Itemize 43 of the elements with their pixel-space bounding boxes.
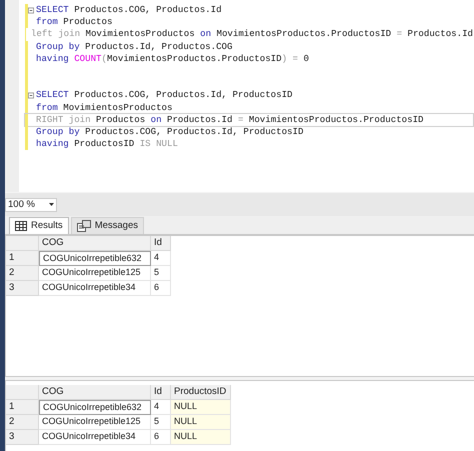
row-number[interactable]: 3 xyxy=(6,281,39,296)
query-editor[interactable] xyxy=(5,0,474,192)
messages-icon xyxy=(76,220,91,232)
collapse-icon[interactable] xyxy=(28,6,34,14)
column-header[interactable]: ProductosID xyxy=(171,385,231,400)
code-line: SELECT Productos.COG, Productos.Id, ProductosID xyxy=(35,89,292,102)
collapse-icon[interactable] xyxy=(28,92,34,99)
table-cell[interactable]: COGUnicoIrrepetible34 xyxy=(39,430,151,445)
table-cell[interactable]: COGUnicoIrrepetible125 xyxy=(39,415,151,430)
code-line: RIGHT join Productos on Productos.Id = MovimientosProductos.ProductosID xyxy=(35,114,424,126)
code-line: from Productos xyxy=(35,16,112,28)
code-line: left join MovimientosProductos on MovimientosProductos.ProductosID = Productos.Id xyxy=(30,28,473,40)
code-line: having ProductosID IS NULL xyxy=(35,138,178,150)
table-cell[interactable]: 4 xyxy=(151,251,171,266)
column-header[interactable]: Id xyxy=(151,385,171,400)
table-cell[interactable]: COGUnicoIrrepetible632 xyxy=(39,251,151,266)
code-line: Group by Productos.Id, Productos.COG xyxy=(35,40,232,53)
results-tab[interactable]: Results xyxy=(9,217,69,234)
table-cell[interactable]: NULL xyxy=(171,400,231,415)
grid-icon xyxy=(15,221,27,231)
code-line: from MovimientosProductos xyxy=(35,102,172,114)
row-number[interactable]: 2 xyxy=(6,415,39,430)
column-header[interactable]: COG xyxy=(39,236,151,251)
caret-icon xyxy=(48,203,54,206)
zoom-value: 100 % xyxy=(8,198,35,210)
row-number[interactable]: 3 xyxy=(6,430,39,445)
code-line: SELECT Productos.COG, Productos.Id xyxy=(35,4,222,16)
table-cell[interactable]: COGUnicoIrrepetible125 xyxy=(39,266,151,281)
code-line: having COUNT(MovimientosProductos.ProductosID) = 0 xyxy=(35,52,309,65)
row-number[interactable]: 1 xyxy=(6,400,39,415)
table-cell[interactable]: NULL xyxy=(171,415,231,430)
results-tab[interactable]: Messages xyxy=(70,217,144,234)
table-cell[interactable]: COGUnicoIrrepetible632 xyxy=(39,400,151,415)
table-cell[interactable]: 6 xyxy=(151,281,171,296)
column-header[interactable]: COG xyxy=(39,385,151,400)
code-line: Group by Productos.COG, Productos.Id, ProductosID xyxy=(35,126,304,138)
table-cell[interactable]: 5 xyxy=(151,266,171,281)
zoom-dropdown[interactable]: 100 % xyxy=(5,198,57,212)
table-cell[interactable]: COGUnicoIrrepetible34 xyxy=(39,281,151,296)
table-cell[interactable]: NULL xyxy=(171,430,231,445)
row-number[interactable]: 1 xyxy=(6,251,39,266)
column-header[interactable]: Id xyxy=(151,236,171,251)
row-number[interactable]: 2 xyxy=(6,266,39,281)
